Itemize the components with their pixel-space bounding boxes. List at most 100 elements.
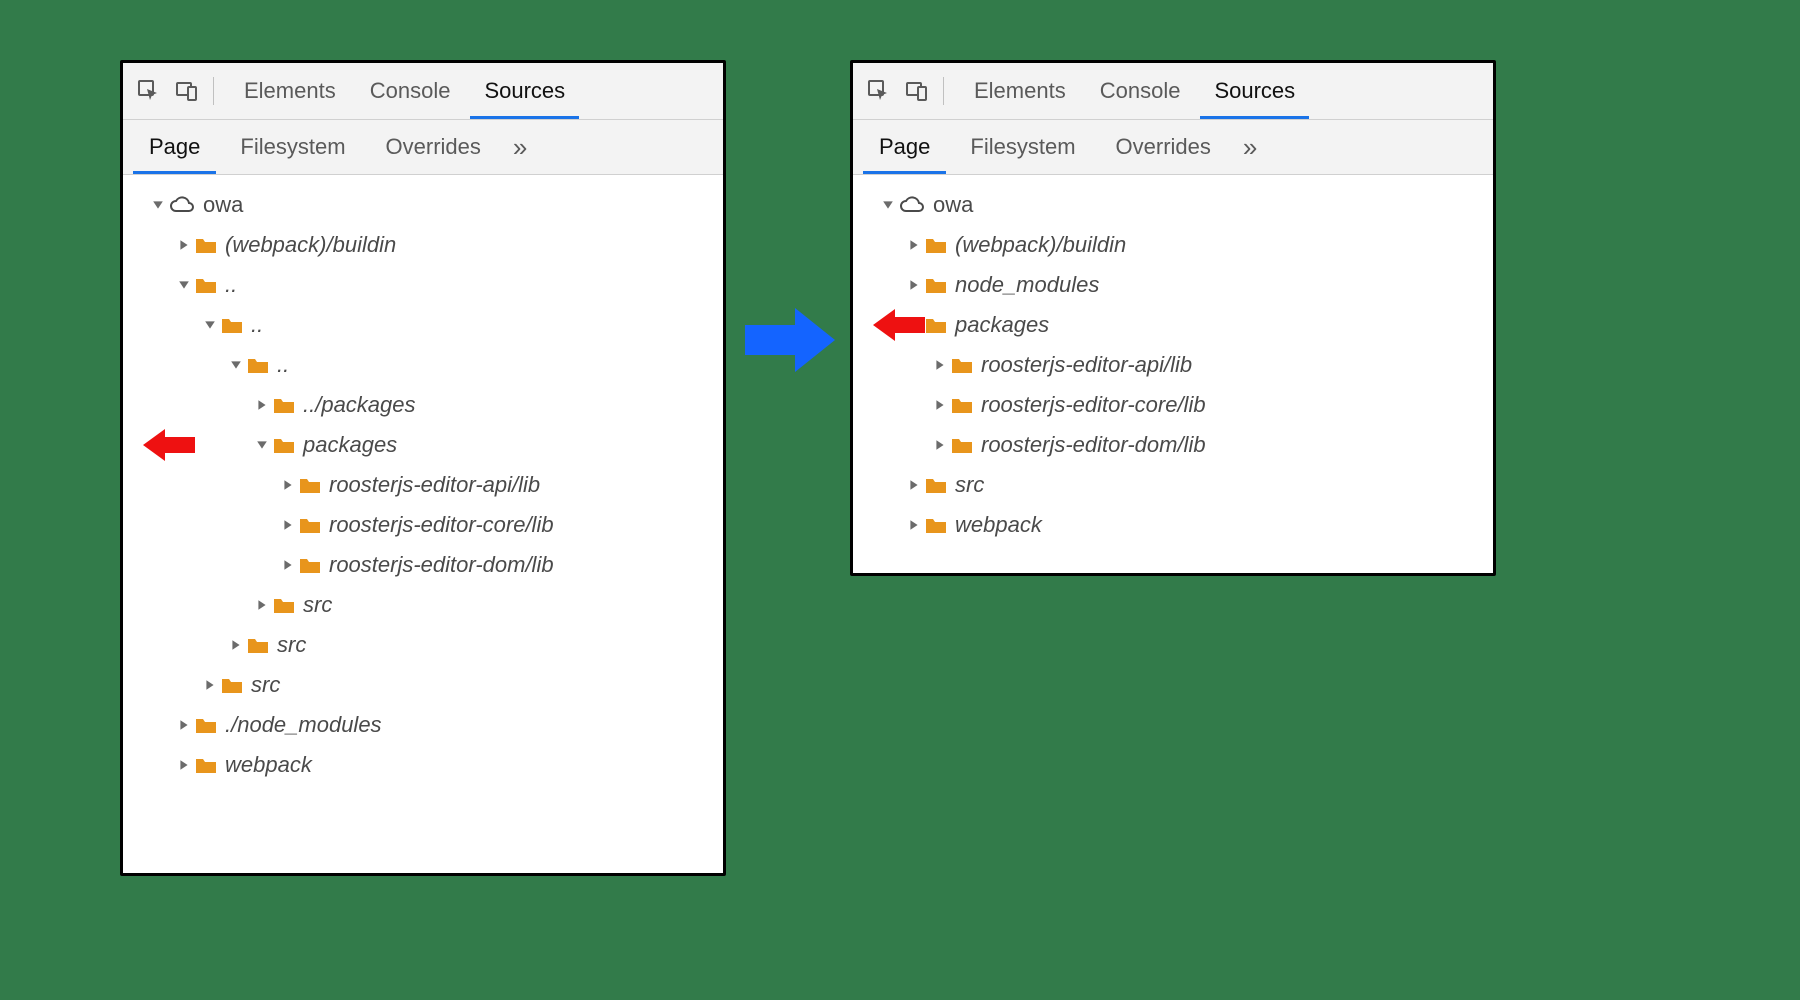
folder-icon xyxy=(951,436,973,454)
tab-label: Elements xyxy=(974,78,1066,104)
tree-row[interactable]: webpack xyxy=(123,745,723,785)
tree-row[interactable]: .. xyxy=(123,305,723,345)
folder-icon xyxy=(951,356,973,374)
inspect-icon[interactable] xyxy=(863,75,895,107)
tree-row[interactable]: node_modules xyxy=(853,265,1493,305)
sources-subbar: Page Filesystem Overrides » xyxy=(123,120,723,175)
tab-label: Elements xyxy=(244,78,336,104)
tree-row[interactable]: src xyxy=(123,665,723,705)
highlight-arrow-icon xyxy=(871,307,925,343)
tree-row-packages[interactable]: packages xyxy=(123,425,723,465)
tree-row[interactable]: roosterjs-editor-dom/lib xyxy=(853,425,1493,465)
subtab-overrides[interactable]: Overrides xyxy=(370,120,497,174)
tree-row[interactable]: .. xyxy=(123,265,723,305)
folder-icon xyxy=(299,516,321,534)
tree-row-packages[interactable]: packages xyxy=(853,305,1493,345)
tab-console[interactable]: Console xyxy=(356,63,465,119)
tab-console[interactable]: Console xyxy=(1086,63,1195,119)
chevron-right-icon xyxy=(905,479,923,491)
tree-label: ../packages xyxy=(303,394,416,416)
tab-label: Console xyxy=(370,78,451,104)
transition-arrow-icon xyxy=(740,300,840,386)
folder-icon xyxy=(247,636,269,654)
tab-sources[interactable]: Sources xyxy=(470,63,579,119)
device-toggle-icon[interactable] xyxy=(171,75,203,107)
tree-label: src xyxy=(955,474,984,496)
folder-icon xyxy=(273,396,295,414)
top-toolbar: Elements Console Sources xyxy=(853,63,1493,120)
subtab-label: Filesystem xyxy=(970,134,1075,160)
chevron-right-icon xyxy=(175,719,193,731)
chevron-down-icon xyxy=(201,319,219,331)
chevron-right-icon xyxy=(931,399,949,411)
folder-icon xyxy=(273,436,295,454)
tree-row[interactable]: ./node_modules xyxy=(123,705,723,745)
chevron-down-icon xyxy=(149,199,167,211)
tree-row[interactable]: roosterjs-editor-api/lib xyxy=(853,345,1493,385)
tab-elements[interactable]: Elements xyxy=(230,63,350,119)
tree-label: webpack xyxy=(955,514,1042,536)
tree-row[interactable]: .. xyxy=(123,345,723,385)
highlight-arrow-icon xyxy=(141,427,195,463)
folder-icon xyxy=(273,596,295,614)
chevron-right-icon xyxy=(279,519,297,531)
subtab-page[interactable]: Page xyxy=(133,120,216,174)
tree-label: (webpack)/buildin xyxy=(955,234,1126,256)
tree-label: roosterjs-editor-core/lib xyxy=(981,394,1206,416)
chevron-down-icon xyxy=(879,199,897,211)
chevron-down-icon xyxy=(253,439,271,451)
tree-row[interactable]: webpack xyxy=(853,505,1493,545)
tree-row[interactable]: roosterjs-editor-core/lib xyxy=(853,385,1493,425)
subtab-overrides[interactable]: Overrides xyxy=(1100,120,1227,174)
tab-elements[interactable]: Elements xyxy=(960,63,1080,119)
devtools-panel-after: Elements Console Sources Page Filesystem… xyxy=(850,60,1496,576)
chevron-right-icon xyxy=(279,559,297,571)
folder-icon xyxy=(299,556,321,574)
chevron-right-icon xyxy=(227,639,245,651)
folder-icon xyxy=(925,476,947,494)
tree-row[interactable]: roosterjs-editor-dom/lib xyxy=(123,545,723,585)
tab-sources[interactable]: Sources xyxy=(1200,63,1309,119)
chevron-right-icon xyxy=(253,599,271,611)
tree-label: .. xyxy=(251,314,263,336)
subtab-label: Page xyxy=(879,134,930,160)
chevron-down-icon xyxy=(227,359,245,371)
folder-icon xyxy=(299,476,321,494)
chevron-right-icon xyxy=(905,239,923,251)
folder-icon xyxy=(221,316,243,334)
chevron-down-icon xyxy=(175,279,193,291)
subtab-filesystem[interactable]: Filesystem xyxy=(954,120,1091,174)
tab-label: Sources xyxy=(484,78,565,104)
tree-label: owa xyxy=(203,194,243,216)
devtools-panel-before: Elements Console Sources Page Filesystem… xyxy=(120,60,726,876)
tree-row[interactable]: ../packages xyxy=(123,385,723,425)
tree-label: roosterjs-editor-dom/lib xyxy=(329,554,554,576)
tree-row[interactable]: roosterjs-editor-api/lib xyxy=(123,465,723,505)
tree-row[interactable]: src xyxy=(853,465,1493,505)
chevron-right-icon xyxy=(931,439,949,451)
more-tabs-icon[interactable]: » xyxy=(505,132,535,163)
file-tree: owa (webpack)/buildin node_modules packa… xyxy=(853,175,1493,561)
tree-row[interactable]: src xyxy=(123,585,723,625)
subtab-filesystem[interactable]: Filesystem xyxy=(224,120,361,174)
tree-label: src xyxy=(303,594,332,616)
device-toggle-icon[interactable] xyxy=(901,75,933,107)
tree-row-root[interactable]: owa xyxy=(123,185,723,225)
chevron-right-icon xyxy=(201,679,219,691)
folder-icon xyxy=(195,756,217,774)
cloud-icon xyxy=(899,195,925,215)
more-tabs-icon[interactable]: » xyxy=(1235,132,1265,163)
folder-icon xyxy=(195,716,217,734)
folder-icon xyxy=(925,316,947,334)
tree-row-root[interactable]: owa xyxy=(853,185,1493,225)
tree-row[interactable]: roosterjs-editor-core/lib xyxy=(123,505,723,545)
tree-row[interactable]: (webpack)/buildin xyxy=(123,225,723,265)
chevron-right-icon xyxy=(175,239,193,251)
subtab-label: Overrides xyxy=(1116,134,1211,160)
tree-row[interactable]: (webpack)/buildin xyxy=(853,225,1493,265)
subtab-label: Filesystem xyxy=(240,134,345,160)
tree-row[interactable]: src xyxy=(123,625,723,665)
tree-label: roosterjs-editor-core/lib xyxy=(329,514,554,536)
subtab-page[interactable]: Page xyxy=(863,120,946,174)
inspect-icon[interactable] xyxy=(133,75,165,107)
